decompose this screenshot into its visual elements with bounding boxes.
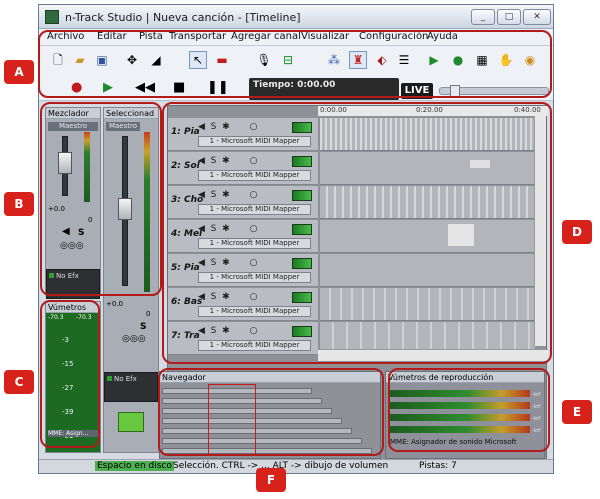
selection-pan-value: 0 (146, 310, 151, 318)
maximize-button[interactable]: □ (497, 9, 521, 25)
callout-badge-b: B (4, 192, 34, 216)
app-icon (45, 10, 59, 24)
callout-badge-d: D (562, 220, 592, 244)
callout-badge-f: F (256, 468, 286, 492)
callout-ring-d (162, 102, 552, 364)
plugin-icon[interactable] (118, 412, 144, 432)
status-bar: Espacio en disco Selección. CTRL -> ... … (39, 459, 553, 473)
selection-knobs-icon[interactable]: ◎◎◎ (122, 334, 146, 344)
callout-badge-e: E (562, 400, 592, 424)
selection-efx-box[interactable]: No Efx (104, 372, 158, 402)
close-button[interactable]: ✕ (523, 9, 551, 25)
title-bar: n-Track Studio | Nueva canción - [Timeli… (39, 5, 553, 29)
callout-badge-a: A (4, 60, 34, 84)
efx-indicator-icon (107, 376, 112, 381)
callout-badge-c: C (4, 370, 34, 394)
callout-ring-f (158, 368, 384, 456)
status-tracks: Pistas: 7 (419, 461, 457, 471)
status-disk: Espacio en disco (95, 461, 174, 471)
callout-ring-e (388, 368, 550, 452)
callout-ring-b (40, 102, 162, 296)
callout-ring-a (38, 30, 552, 98)
minimize-button[interactable]: _ (471, 9, 495, 25)
window-title: n-Track Studio | Nueva canción - [Timeli… (65, 11, 301, 24)
callout-ring-c (40, 300, 100, 448)
selection-solo[interactable]: S (140, 322, 146, 332)
selection-gain: +0.0 (106, 300, 123, 308)
